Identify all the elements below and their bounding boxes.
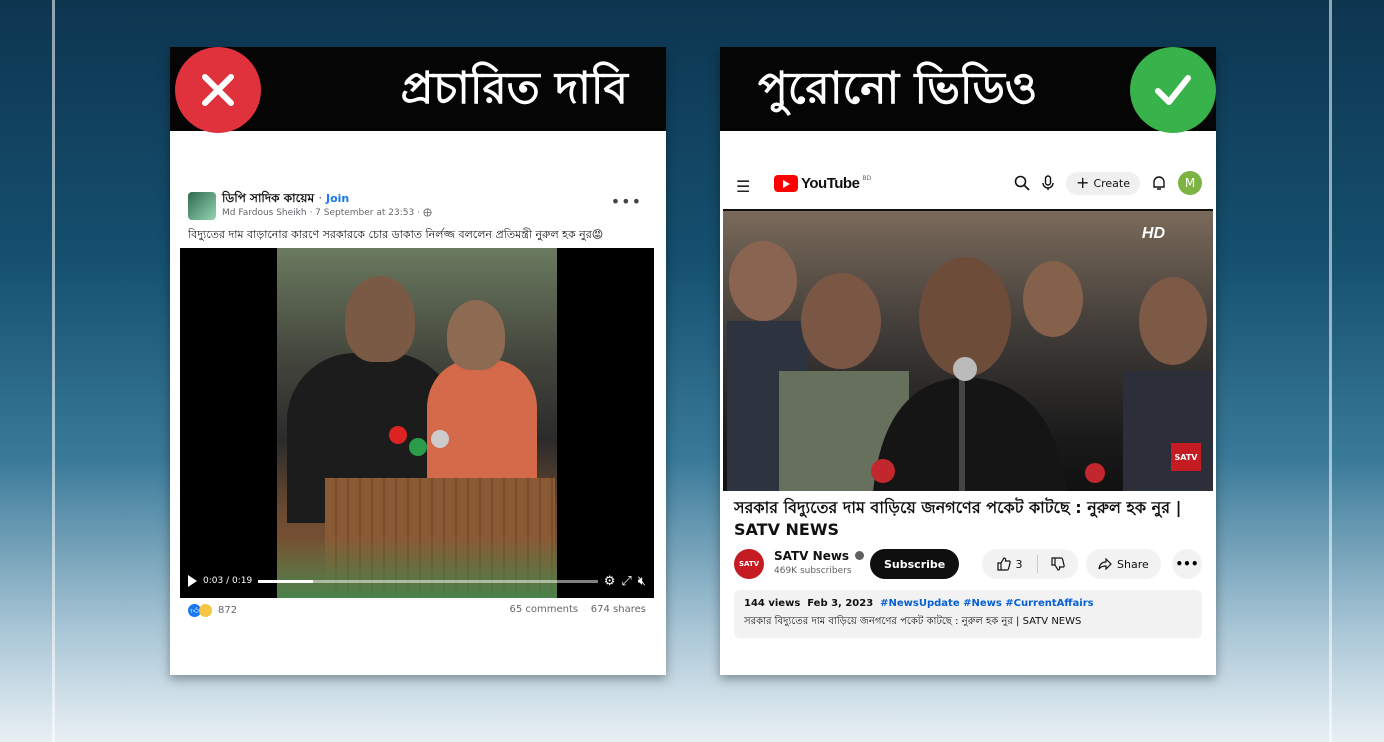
video-time: 0:03 / 0:19 <box>203 576 253 586</box>
hashtags[interactable]: #NewsUpdate #News #CurrentAffairs <box>880 598 1093 609</box>
account-avatar[interactable]: M <box>1178 171 1202 195</box>
microphone <box>431 430 449 448</box>
video-controls: 0:03 / 0:19 ⚙ ⤢ 🔇︎ <box>188 572 646 590</box>
channel-watermark: SATV <box>1171 443 1201 471</box>
share-label: Share <box>1117 557 1149 571</box>
bell-icon[interactable] <box>1152 175 1166 191</box>
like-button[interactable]: 3 <box>982 555 1038 573</box>
video-frame <box>277 248 557 598</box>
bystander-body <box>427 360 537 480</box>
search-icon[interactable] <box>1014 175 1030 191</box>
join-link[interactable]: Join <box>326 192 349 205</box>
subscribe-button[interactable]: Subscribe <box>870 549 960 579</box>
view-count: 144 views <box>744 598 801 609</box>
verified-icon <box>855 551 865 560</box>
description-text: সরকার বিদ্যুতের দাম বাড়িয়ে জনগণের পকেট… <box>744 616 1082 627</box>
video-thumbnail <box>727 241 1213 491</box>
video-progress-fill <box>258 579 313 583</box>
fullscreen-icon[interactable]: ⤢ <box>621 575 631 588</box>
bystander-head <box>447 300 505 370</box>
thumbs-down-icon <box>1051 557 1065 571</box>
group-name-line: ডিপি সাদিক কায়েম · Join <box>222 191 350 205</box>
video-progress[interactable] <box>258 579 598 583</box>
more-actions-icon[interactable]: ••• <box>1172 549 1202 579</box>
comments-count[interactable]: 65 comments <box>509 604 578 615</box>
hd-label: HD <box>1141 225 1165 242</box>
subscriber-count: 469K subscribers <box>774 566 852 576</box>
cross-icon <box>175 47 261 133</box>
like-count: 3 <box>1015 557 1023 571</box>
author-line[interactable]: Md Fardous Sheikh · 7 September at 23:53… <box>222 208 423 218</box>
share-button[interactable]: Share <box>1086 549 1161 579</box>
hamburger-menu-icon[interactable]: ☰ <box>736 177 750 196</box>
dislike-button[interactable] <box>1038 557 1078 571</box>
header-actions: + Create M <box>1014 171 1202 195</box>
post-meta: Md Fardous Sheikh · 7 September at 23:53… <box>222 208 432 218</box>
video-title: সরকার বিদ্যুতের দাম বাড়িয়ে জনগণের পকেট… <box>734 498 1182 539</box>
channel-name-line: SATV News <box>774 549 865 563</box>
more-options-icon[interactable]: ••• <box>611 192 642 211</box>
engagement-counts: 65 comments 674 shares <box>509 604 646 615</box>
create-label: Create <box>1093 176 1130 190</box>
globe-icon <box>423 208 432 217</box>
background-line-left <box>52 0 55 742</box>
play-icon[interactable] <box>188 575 197 587</box>
plus-icon: + <box>1076 173 1090 192</box>
settings-icon[interactable]: ⚙ <box>604 575 616 588</box>
channel-row: SATV SATV News 469K subscribers Subscrib… <box>734 547 1202 581</box>
microphone <box>389 426 407 444</box>
post-footer: 👍︎ 872 65 comments 674 shares <box>188 604 646 620</box>
like-dislike-group: 3 <box>982 549 1078 579</box>
youtube-play-icon <box>774 175 798 192</box>
channel-name[interactable]: SATV News <box>774 549 849 563</box>
youtube-logo[interactable]: YouTube BD <box>774 175 871 192</box>
shares-count[interactable]: 674 shares <box>591 604 646 615</box>
group-name[interactable]: ডিপি সাদিক কায়েম <box>222 191 314 205</box>
country-code: BD <box>862 175 872 182</box>
reactions[interactable]: 👍︎ 872 <box>188 604 237 617</box>
microphone-icon[interactable] <box>1042 175 1054 191</box>
haha-reaction-icon <box>199 604 212 617</box>
checkmark-icon <box>1130 47 1216 133</box>
claim-panel: প্রচারিত দাবি ডিপি সাদিক কায়েম · Join M… <box>170 47 666 675</box>
youtube-video-player[interactable]: HD SATV <box>723 209 1213 491</box>
group-avatar[interactable] <box>188 192 216 220</box>
youtube-logo-text: YouTube <box>801 175 860 192</box>
upload-date: Feb 3, 2023 <box>807 598 874 609</box>
fact-panel: পুরোনো ভিডিও ☰ YouTube BD + Create M HD … <box>720 47 1216 675</box>
claim-heading: প্রচারিত দাবি <box>400 63 628 114</box>
youtube-header: ☰ YouTube BD + Create M <box>720 167 1216 205</box>
description-meta: 144 views Feb 3, 2023 #NewsUpdate #News … <box>744 598 1192 609</box>
channel-avatar[interactable]: SATV <box>734 549 764 579</box>
thumbs-up-icon <box>996 557 1011 571</box>
post-caption: বিদ্যুতের দাম বাড়ানোর কারণে সরকারকে চোর… <box>188 228 604 241</box>
video-player[interactable]: 0:03 / 0:19 ⚙ ⤢ 🔇︎ <box>180 248 654 598</box>
description-box[interactable]: 144 views Feb 3, 2023 #NewsUpdate #News … <box>734 590 1202 638</box>
fact-heading: পুরোনো ভিডিও <box>758 63 1038 114</box>
reaction-count: 872 <box>218 605 238 616</box>
share-icon <box>1098 558 1112 570</box>
background-line-right <box>1329 0 1332 742</box>
facebook-post: ডিপি সাদিক কায়েম · Join Md Fardous Shei… <box>180 182 654 627</box>
post-header: ডিপি সাদিক কায়েম · Join Md Fardous Shei… <box>188 190 646 224</box>
create-button[interactable]: + Create <box>1066 171 1140 195</box>
mute-icon[interactable]: 🔇︎ <box>638 575 646 588</box>
speaker-head <box>345 276 415 362</box>
microphone <box>409 438 427 456</box>
